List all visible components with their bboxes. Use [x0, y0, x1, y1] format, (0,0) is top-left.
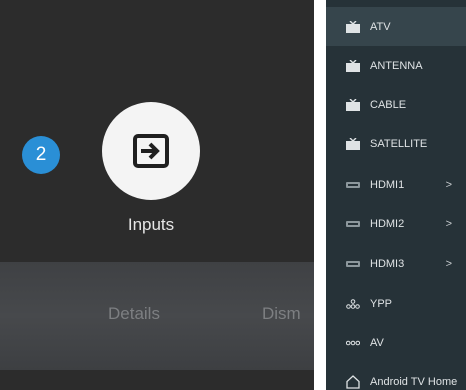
- input-item-label: HDMI2: [370, 217, 405, 230]
- input-item-label: YPP: [370, 297, 393, 310]
- input-item-label: Android TV Home: [370, 375, 458, 388]
- input-item-hdmi1[interactable]: HDMI1 >: [326, 165, 466, 204]
- hdmi-icon: [346, 178, 360, 192]
- input-item-label: HDMI3: [370, 257, 405, 270]
- input-item-label: CABLE: [370, 98, 407, 111]
- details-button[interactable]: Details: [108, 304, 160, 324]
- input-item-hdmi3[interactable]: HDMI3 >: [326, 244, 466, 283]
- dismiss-button[interactable]: Dism: [262, 304, 301, 324]
- input-item-label: AV: [370, 336, 384, 349]
- input-item-cable[interactable]: CABLE: [326, 85, 466, 124]
- input-item-ypp[interactable]: YPP: [326, 284, 466, 323]
- input-item-label: SATELLITE: [370, 137, 428, 150]
- input-item-label: ANTENNA: [370, 59, 423, 72]
- inputs-label: Inputs: [127, 215, 175, 234]
- tv-icon: [346, 137, 360, 151]
- input-source-icon: [133, 134, 169, 168]
- home-icon: [346, 374, 360, 389]
- hdmi-icon: [346, 257, 360, 271]
- input-item-android-tv-home[interactable]: Android TV Home: [326, 362, 466, 390]
- chevron-right-icon: >: [445, 217, 452, 230]
- bottom-strip: [0, 370, 314, 390]
- input-source-list: ATV ANTENNA CABLE SATELLITE HDMI1 > HDMI…: [326, 0, 466, 390]
- tv-icon: [346, 20, 360, 34]
- chevron-right-icon: >: [445, 257, 452, 270]
- input-item-label: ATV: [370, 20, 391, 33]
- input-item-satellite[interactable]: SATELLITE: [326, 124, 466, 163]
- composite-icon: [346, 336, 360, 350]
- component-icon: [346, 297, 360, 311]
- hdmi-icon: [346, 217, 360, 231]
- input-item-atv[interactable]: ATV: [326, 7, 466, 46]
- input-item-av[interactable]: AV: [326, 323, 466, 362]
- chevron-right-icon: >: [445, 178, 452, 191]
- notification-count-badge: 2: [22, 136, 60, 174]
- input-item-hdmi2[interactable]: HDMI2 >: [326, 204, 466, 243]
- input-item-antenna[interactable]: ANTENNA: [326, 46, 466, 85]
- notification-action-bar: Details Dism: [0, 262, 314, 370]
- tv-icon: [346, 59, 360, 73]
- inputs-notification-card[interactable]: 2 Inputs Details Dism: [0, 0, 314, 390]
- inputs-button[interactable]: [102, 102, 200, 200]
- input-item-label: HDMI1: [370, 178, 405, 191]
- tv-icon: [346, 98, 360, 112]
